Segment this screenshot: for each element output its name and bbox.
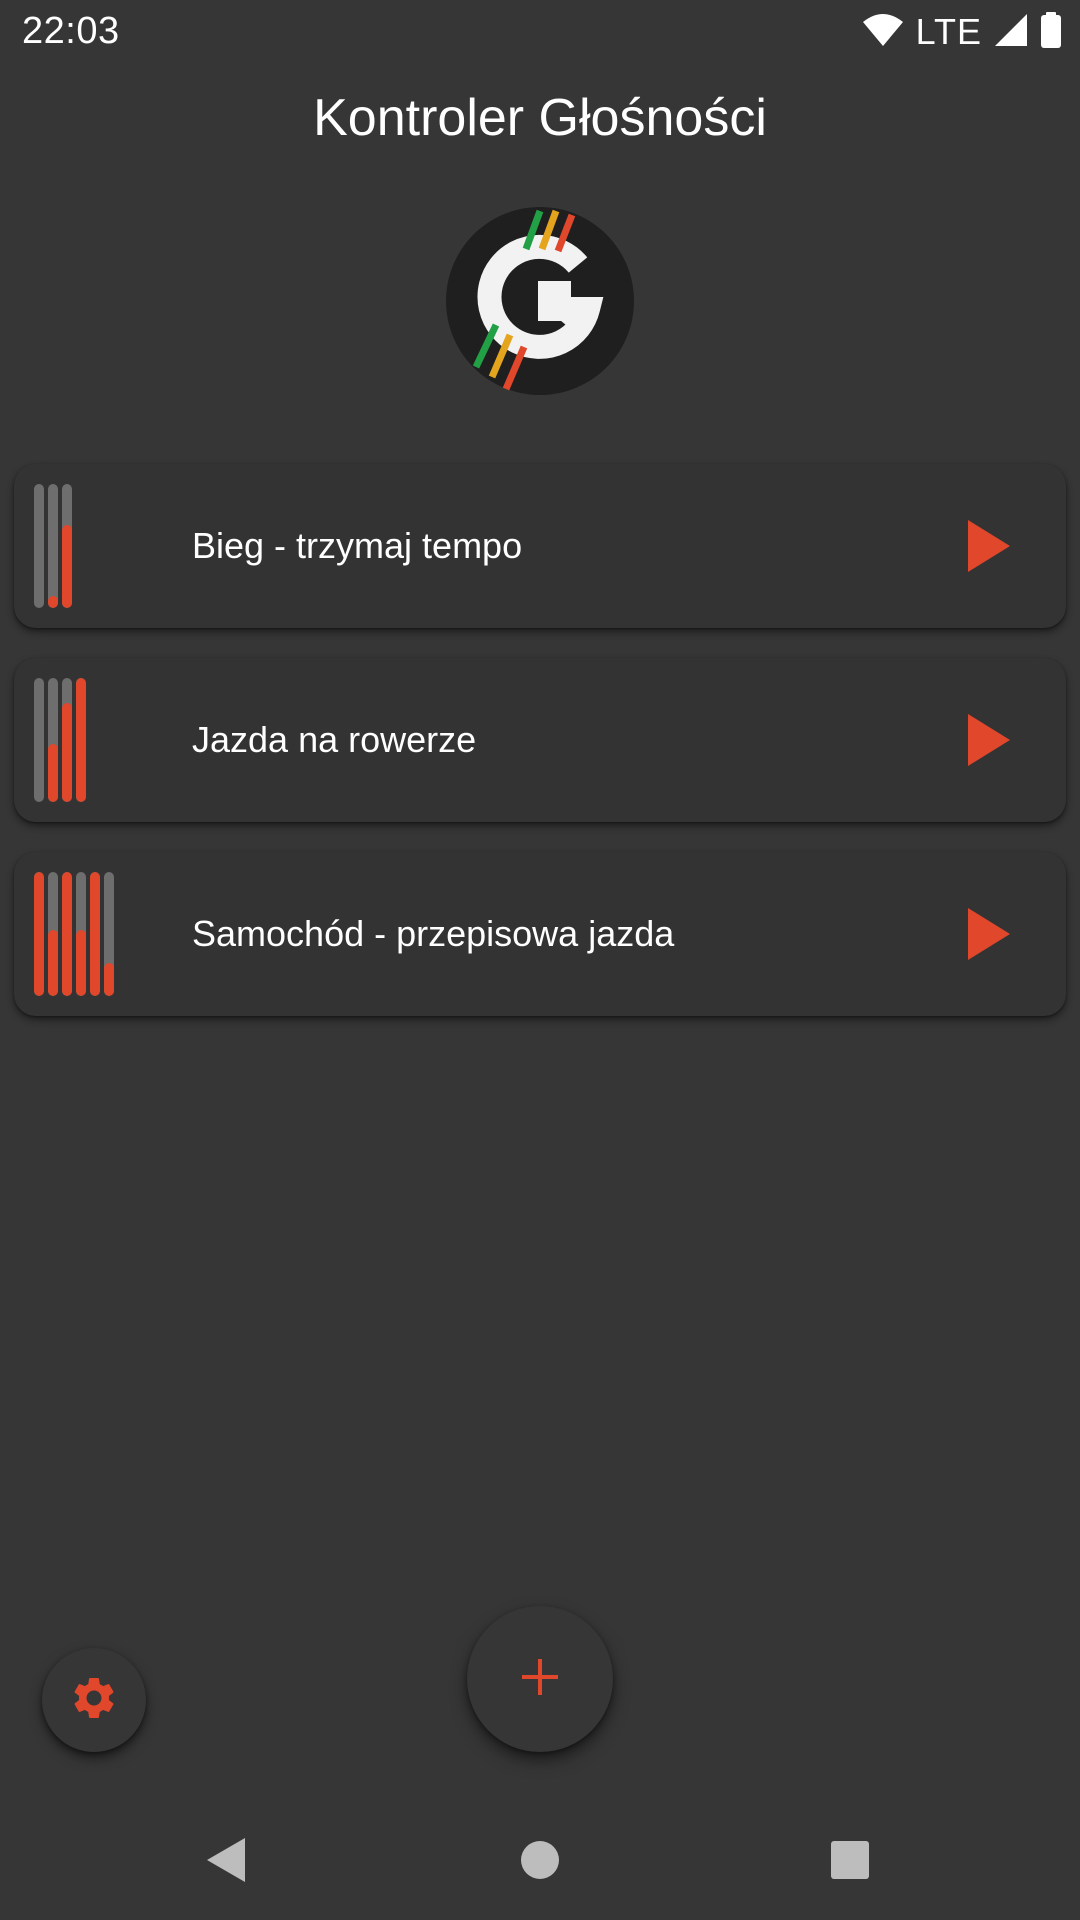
volume-bar — [62, 872, 72, 996]
recents-square-icon[interactable] — [820, 1830, 880, 1890]
volume-bar — [48, 678, 58, 802]
plus-icon — [520, 1657, 560, 1702]
volume-levels-indicator — [34, 678, 86, 802]
volume-bar — [34, 872, 44, 996]
profile-card[interactable]: Bieg - trzymaj tempo — [14, 464, 1066, 628]
volume-bar — [34, 484, 44, 608]
signal-icon — [994, 13, 1028, 52]
volume-bar — [34, 678, 44, 802]
volume-levels-indicator — [34, 872, 114, 996]
status-icons: LTE — [862, 11, 1062, 53]
profile-card[interactable]: Samochód - przepisowa jazda — [14, 852, 1066, 1016]
volume-bar-fill — [48, 930, 58, 996]
volume-bar-fill — [62, 872, 72, 996]
gear-icon — [69, 1673, 119, 1728]
app-logo-g-icon — [446, 207, 634, 395]
volume-bar-fill — [34, 872, 44, 996]
volume-bar-fill — [62, 702, 72, 802]
wifi-icon — [862, 13, 904, 52]
volume-bar — [104, 872, 114, 996]
volume-bar — [76, 872, 86, 996]
profile-name: Samochód - przepisowa jazda — [192, 913, 675, 954]
home-circle-icon[interactable] — [510, 1830, 570, 1890]
play-icon[interactable] — [968, 908, 1010, 960]
page-title: Kontroler Głośności — [313, 89, 767, 147]
network-type-label: LTE — [915, 11, 982, 52]
volume-levels-indicator — [34, 484, 72, 608]
play-icon[interactable] — [968, 520, 1010, 572]
volume-bar — [62, 484, 72, 608]
volume-bar-fill — [90, 872, 100, 996]
volume-bar — [62, 678, 72, 802]
play-icon[interactable] — [968, 714, 1010, 766]
profile-name: Jazda na rowerze — [192, 719, 477, 760]
volume-bar-fill — [104, 962, 114, 996]
add-profile-button[interactable] — [467, 1606, 613, 1752]
system-nav-bar — [0, 1800, 1080, 1920]
screen: 22:03 LTE Kontroler Głośności Bieg - trz… — [0, 0, 1080, 1920]
volume-bar-fill — [76, 678, 86, 802]
volume-bar-fill — [48, 595, 58, 608]
volume-bar — [90, 872, 100, 996]
profile-card[interactable]: Jazda na rowerze — [14, 658, 1066, 822]
volume-bar — [76, 678, 86, 802]
settings-button[interactable] — [42, 1648, 146, 1752]
profile-name: Bieg - trzymaj tempo — [192, 525, 523, 566]
volume-bar-fill — [76, 930, 86, 996]
status-time: 22:03 — [22, 10, 120, 52]
status-bar: 22:03 LTE — [0, 0, 1080, 64]
volume-bar-fill — [48, 743, 58, 802]
battery-icon — [1040, 11, 1062, 53]
back-triangle-icon[interactable] — [196, 1830, 256, 1890]
volume-bar — [48, 872, 58, 996]
volume-bar — [48, 484, 58, 608]
volume-bar-fill — [62, 524, 72, 608]
